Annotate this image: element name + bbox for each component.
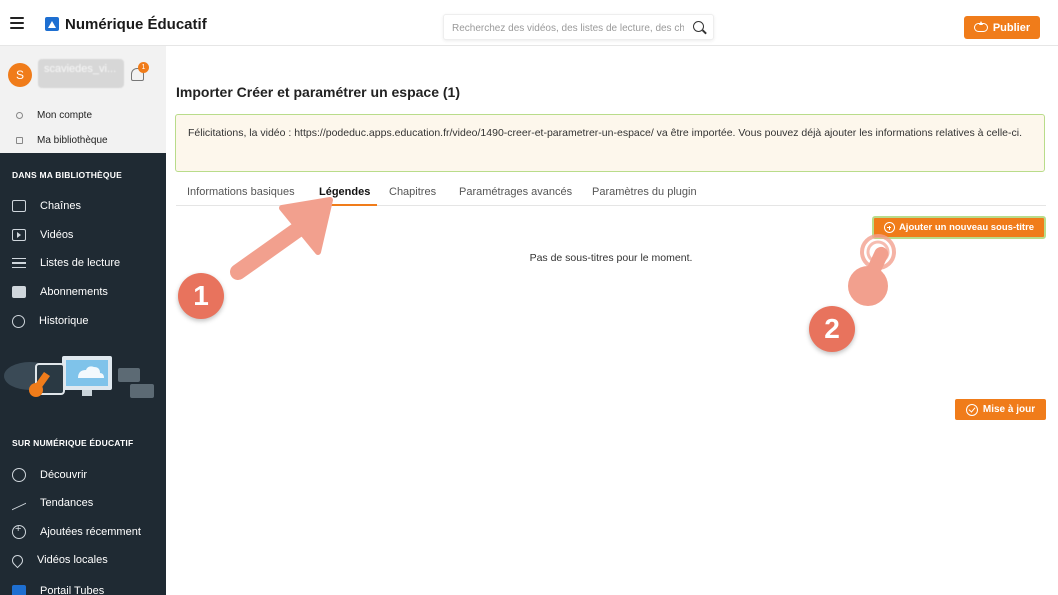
playlist-icon (12, 258, 26, 268)
sidebar-item-label: Abonnements (40, 286, 108, 298)
success-alert: Félicitations, la vidéo : https://podedu… (175, 114, 1045, 172)
search-box[interactable] (443, 14, 714, 40)
avatar[interactable]: S (8, 63, 32, 87)
hamburger-menu-icon[interactable] (10, 17, 24, 29)
logo-icon (45, 17, 59, 31)
history-icon (12, 314, 25, 328)
location-icon (9, 552, 26, 568)
library-section-title: DANS MA BIBLIOTHÈQUE (12, 170, 122, 180)
notification-badge: 1 (138, 62, 149, 73)
sidebar-item-portal-tubes[interactable]: Portail Tubes (0, 578, 166, 595)
sidebar-item-trending[interactable]: Tendances (0, 490, 166, 516)
library-icon (16, 136, 23, 144)
sidebar-item-playlists[interactable]: Listes de lecture (0, 250, 166, 276)
trending-icon (12, 495, 26, 511)
plus-circle-icon (883, 222, 895, 233)
main-content: Importer Créer et paramétrer un espace (… (166, 46, 1058, 595)
page-title: Importer Créer et paramétrer un espace (… (176, 84, 460, 100)
sidebar: S scaviedes_vi... 1 Mon compte Ma biblio… (0, 46, 166, 595)
publish-button[interactable]: Publier (964, 16, 1040, 39)
tab-advanced-settings[interactable]: Paramétrages avancés (459, 186, 572, 198)
tab-basic-info[interactable]: Informations basiques (187, 186, 295, 198)
brand-title[interactable]: Numérique Éducatif (65, 16, 207, 33)
sidebar-item-discover[interactable]: Découvrir (0, 462, 166, 488)
sidebar-item-history[interactable]: Historique (0, 308, 166, 334)
sidebar-item-local-videos[interactable]: Vidéos locales (0, 547, 166, 573)
sidebar-item-label: Vidéos (40, 229, 74, 241)
channels-icon (12, 200, 26, 212)
publish-label: Publier (992, 21, 1031, 34)
step-2-badge: 2 (809, 306, 855, 352)
username[interactable]: scaviedes_vi... (38, 59, 124, 88)
user-panel: S scaviedes_vi... 1 Mon compte Ma biblio… (0, 46, 166, 153)
sidebar-item-label: Vidéos locales (37, 554, 108, 566)
sidebar-item-label: Historique (39, 315, 89, 327)
video-icon (12, 229, 26, 241)
search-icon[interactable] (693, 21, 704, 32)
globe-icon (12, 468, 26, 482)
portal-icon (12, 585, 26, 595)
subscriptions-icon (12, 286, 26, 298)
user-icon (16, 111, 23, 119)
sidebar-item-label: Listes de lecture (40, 257, 121, 269)
active-tab-indicator (308, 204, 377, 206)
add-subtitle-button[interactable]: Ajouter un nouveau sous-titre (872, 216, 1046, 239)
tab-plugin-settings[interactable]: Paramètres du plugin (592, 186, 697, 198)
site-section-title: SUR NUMÉRIQUE ÉDUCATIF (12, 438, 134, 448)
sidebar-item-subscriptions[interactable]: Abonnements (0, 279, 166, 305)
promo-illustration (4, 356, 154, 398)
sidebar-item-recently-added[interactable]: Ajoutées récemment (0, 519, 166, 545)
update-label: Mise à jour (982, 404, 1036, 415)
plus-circle-icon (12, 523, 26, 539)
my-account-label: Mon compte (37, 109, 93, 121)
my-account-link[interactable]: Mon compte (0, 104, 166, 126)
update-button[interactable]: Mise à jour (955, 399, 1046, 420)
my-library-label: Ma bibliothèque (37, 134, 108, 146)
sidebar-item-label: Tendances (40, 497, 94, 509)
sidebar-item-label: Chaînes (40, 200, 81, 212)
top-bar: Numérique Éducatif Publier (0, 0, 1058, 46)
add-subtitle-label: Ajouter un nouveau sous-titre (898, 222, 1035, 233)
sidebar-item-videos[interactable]: Vidéos (0, 222, 166, 248)
cloud-upload-icon (973, 21, 988, 32)
empty-state-message: Pas de sous-titres pour le moment. (529, 252, 693, 264)
my-library-link[interactable]: Ma bibliothèque (0, 129, 166, 151)
sidebar-item-chaines[interactable]: Chaînes (0, 193, 166, 219)
sidebar-item-label: Découvrir (40, 469, 88, 481)
sidebar-item-label: Ajoutées récemment (40, 526, 141, 538)
check-circle-icon (965, 403, 978, 416)
tab-bar: Informations basiques Légendes Chapitres… (176, 182, 1046, 206)
tab-captions[interactable]: Légendes (319, 186, 370, 198)
step-1-badge: 1 (178, 273, 224, 319)
tab-chapters[interactable]: Chapitres (389, 186, 436, 198)
sidebar-item-label: Portail Tubes (40, 585, 105, 595)
search-input[interactable] (452, 19, 684, 37)
